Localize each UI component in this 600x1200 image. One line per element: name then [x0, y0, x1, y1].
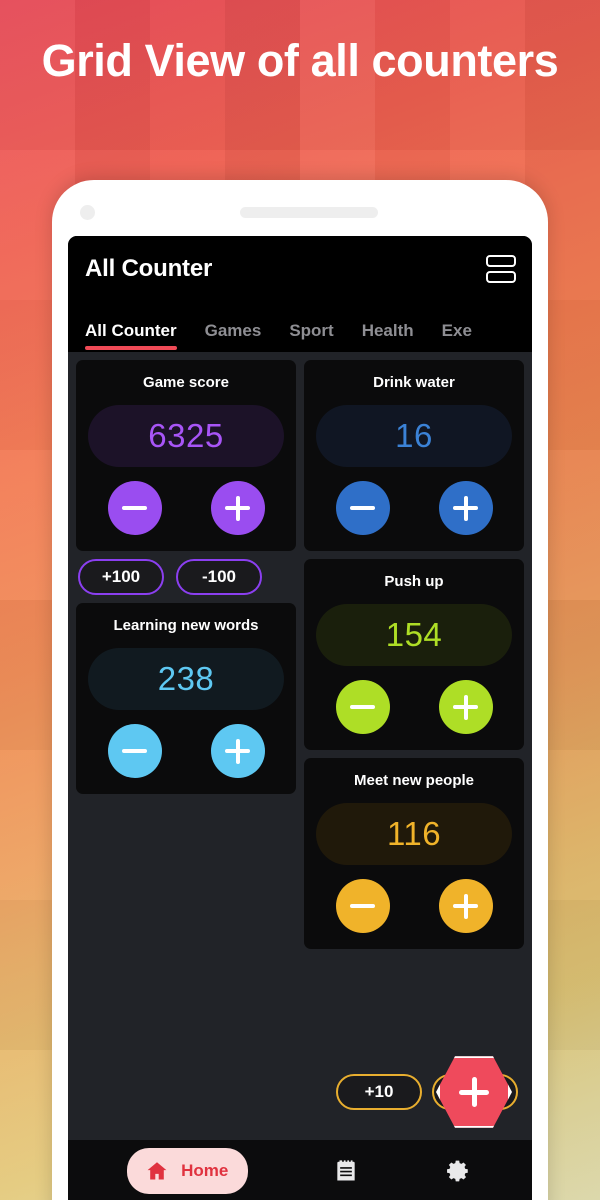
- app-bar: All Counter: [68, 236, 532, 302]
- tab-games[interactable]: Games: [205, 321, 262, 352]
- plus-icon-vertical: [463, 495, 468, 521]
- chip-plus-10[interactable]: +10: [336, 1074, 422, 1110]
- grid-view-icon[interactable]: [486, 254, 516, 284]
- card-title: Game score: [143, 374, 229, 391]
- category-tabs[interactable]: All Counter Games Sport Health Exe: [68, 302, 532, 352]
- page-title: All Counter: [85, 255, 213, 282]
- counter-card-push-up[interactable]: Push up 154: [304, 559, 524, 750]
- counter-buttons: [316, 879, 512, 933]
- tab-exercise[interactable]: Exe: [442, 321, 472, 352]
- increment-button[interactable]: [438, 680, 493, 734]
- tab-health[interactable]: Health: [362, 321, 414, 352]
- tab-sport[interactable]: Sport: [289, 321, 333, 352]
- nav-item-settings[interactable]: [443, 1156, 473, 1186]
- increment-button[interactable]: [438, 481, 493, 535]
- card-title: Push up: [384, 573, 444, 590]
- grid-row-bottom: [486, 271, 516, 283]
- decrement-button[interactable]: [335, 481, 390, 535]
- value-pill: 154: [316, 604, 512, 666]
- card-title: Meet new people: [353, 772, 475, 789]
- value-pill: 16: [316, 405, 512, 467]
- grid-column-left: Game score 6325 +100 -100 Learning new w…: [76, 360, 296, 1140]
- chip-minus-100[interactable]: -100: [176, 559, 262, 595]
- headline-text: Grid View of all counters: [41, 35, 559, 86]
- decrement-button[interactable]: [335, 680, 390, 734]
- plus-icon-vertical: [235, 495, 240, 521]
- counter-value: 154: [385, 616, 443, 653]
- card-title: Drink water: [373, 374, 455, 391]
- add-counter-fab[interactable]: [436, 1056, 512, 1128]
- plus-icon-vertical: [463, 694, 468, 720]
- counter-buttons: [88, 724, 284, 778]
- nav-item-notes[interactable]: [331, 1156, 361, 1186]
- minus-icon: [350, 705, 375, 709]
- counter-value: 16: [395, 417, 433, 454]
- promo-graphic: Grid View of all counters All Counter Al…: [0, 0, 600, 1200]
- fab-container: -10: [432, 1054, 524, 1130]
- counter-card-meet-new-people[interactable]: Meet new people 116: [304, 758, 524, 949]
- value-pill: 116: [316, 803, 512, 865]
- counter-card-drink-water[interactable]: Drink water 16: [304, 360, 524, 551]
- minus-icon: [350, 904, 375, 908]
- minus-icon: [122, 506, 147, 510]
- grid-column-right: Drink water 16 Push up 154 Meet new peop…: [304, 360, 524, 1140]
- counter-buttons: [316, 481, 512, 535]
- counter-value: 116: [386, 815, 442, 852]
- minus-icon: [122, 749, 147, 753]
- minus-icon: [350, 506, 375, 510]
- tab-all-counter[interactable]: All Counter: [85, 321, 177, 352]
- counter-buttons: [88, 481, 284, 535]
- quick-step-chips-game: +100 -100: [76, 559, 296, 595]
- nav-label-home: Home: [181, 1161, 229, 1180]
- plus-icon-vertical: [235, 738, 240, 764]
- decrement-button[interactable]: [335, 879, 390, 933]
- phone-speaker: [240, 207, 378, 218]
- counter-grid: Game score 6325 +100 -100 Learning new w…: [68, 352, 532, 1140]
- counter-value: 6325: [148, 417, 224, 454]
- chip-plus-100[interactable]: +100: [78, 559, 164, 595]
- nav-item-home[interactable]: Home: [127, 1148, 249, 1194]
- home-icon: [142, 1156, 172, 1186]
- value-pill: 6325: [88, 405, 284, 467]
- increment-button[interactable]: [438, 879, 493, 933]
- bottom-action-row: +10 -10: [76, 1054, 524, 1130]
- card-title: Learning new words: [113, 617, 259, 634]
- plus-icon-vertical: [463, 893, 468, 919]
- counter-card-game-score[interactable]: Game score 6325: [76, 360, 296, 551]
- decrement-button[interactable]: [107, 481, 162, 535]
- increment-button[interactable]: [210, 481, 265, 535]
- bottom-navigation: Home: [68, 1140, 532, 1200]
- counter-buttons: [316, 680, 512, 734]
- app-screen: All Counter All Counter Games Sport Heal…: [68, 236, 532, 1200]
- phone-camera-icon: [80, 205, 95, 220]
- value-pill: 238: [88, 648, 284, 710]
- counter-value: 238: [157, 660, 215, 697]
- grid-row-top: [486, 255, 516, 267]
- counter-card-learning-new-words[interactable]: Learning new words 238: [76, 603, 296, 794]
- increment-button[interactable]: [210, 724, 265, 778]
- decrement-button[interactable]: [107, 724, 162, 778]
- plus-icon-vertical: [471, 1077, 477, 1107]
